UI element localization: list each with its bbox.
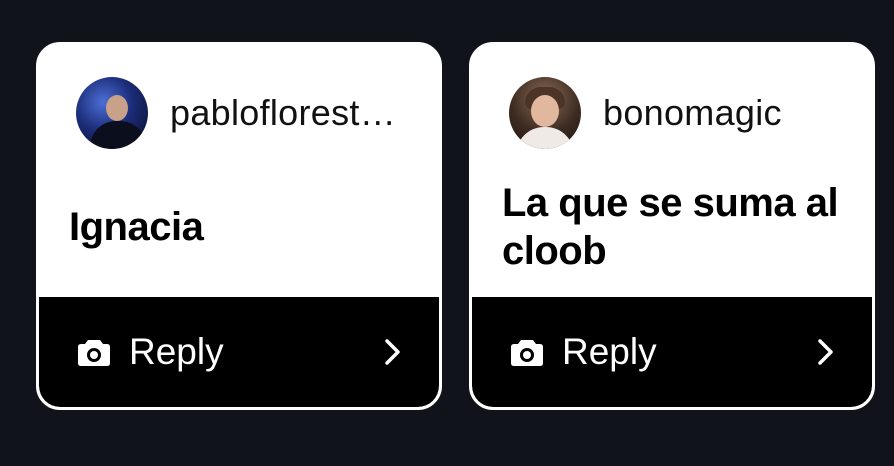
camera-icon — [78, 340, 110, 366]
chevron-right-icon — [385, 339, 400, 365]
card-header: pabloflorest… — [76, 77, 396, 149]
story-reply-card: bonomagic La que se suma al cloob Reply — [469, 42, 875, 410]
camera-icon — [511, 340, 543, 366]
reply-label: Reply — [562, 331, 657, 372]
avatar[interactable] — [76, 77, 148, 149]
avatar[interactable] — [509, 77, 581, 149]
card-header: bonomagic — [509, 77, 782, 149]
message-text: La que se suma al cloob — [502, 181, 839, 273]
reply-button[interactable]: Reply — [472, 297, 872, 407]
message-text: Ignacia — [69, 205, 204, 249]
reply-label: Reply — [129, 331, 224, 372]
chevron-right-icon — [818, 339, 833, 365]
username[interactable]: bonomagic — [603, 92, 782, 134]
story-reply-card: pabloflorest… Ignacia Reply — [36, 42, 442, 410]
reply-button[interactable]: Reply — [39, 297, 439, 407]
username[interactable]: pabloflorest… — [170, 92, 396, 134]
